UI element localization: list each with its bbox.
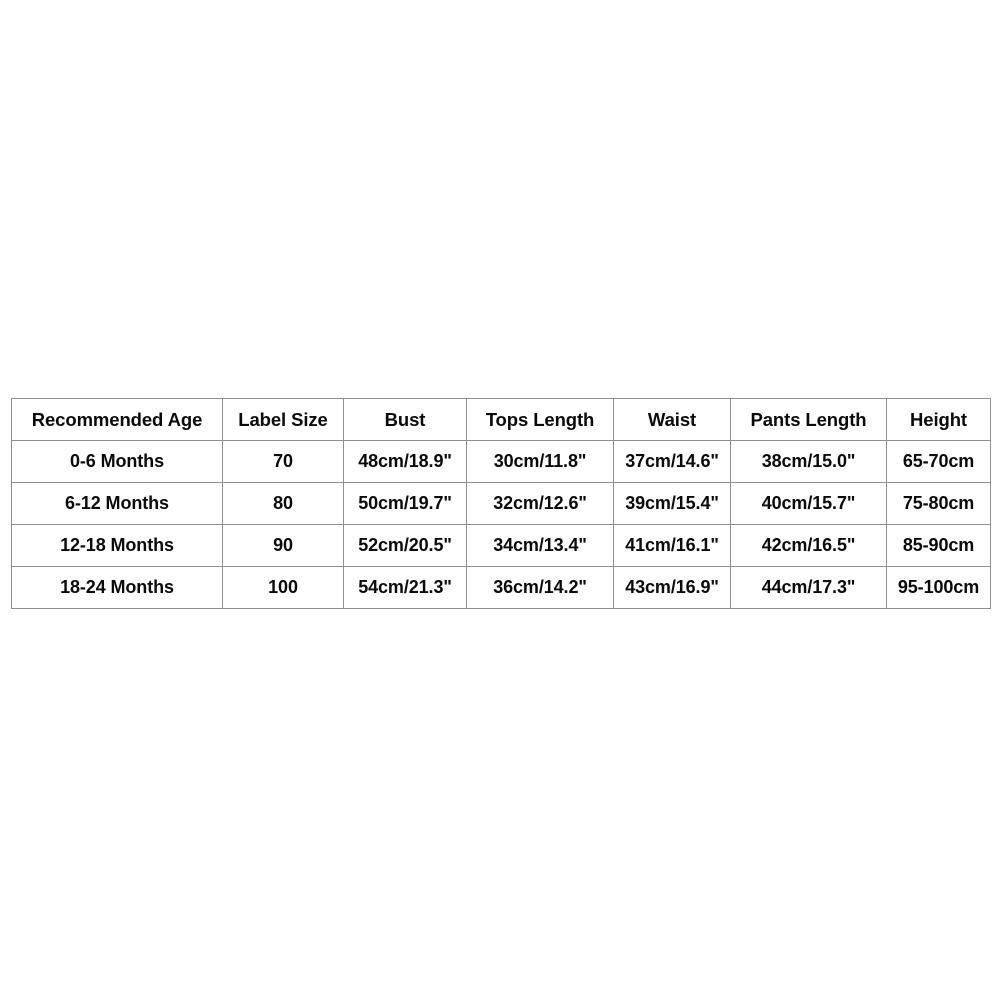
cell-waist: 43cm/16.9" — [613, 566, 731, 609]
cell-bust: 50cm/19.7" — [343, 482, 467, 525]
cell-pants-length: 38cm/15.0" — [730, 440, 887, 483]
cell-height: 65-70cm — [886, 440, 991, 483]
cell-bust: 52cm/20.5" — [343, 524, 467, 567]
cell-recommended-age: 12-18 Months — [11, 524, 223, 567]
size-chart-table: Recommended Age Label Size Bust Tops Len… — [11, 398, 991, 609]
cell-label-size: 80 — [222, 482, 344, 525]
cell-bust: 48cm/18.9" — [343, 440, 467, 483]
cell-waist: 39cm/15.4" — [613, 482, 731, 525]
cell-label-size: 90 — [222, 524, 344, 567]
table-header: Recommended Age Label Size Bust Tops Len… — [11, 398, 991, 441]
table-body: 0-6 Months 70 48cm/18.9" 30cm/11.8" 37cm… — [11, 440, 991, 609]
table-row: 0-6 Months 70 48cm/18.9" 30cm/11.8" 37cm… — [11, 440, 991, 483]
size-chart-container: Recommended Age Label Size Bust Tops Len… — [11, 398, 991, 609]
cell-pants-length: 40cm/15.7" — [730, 482, 887, 525]
cell-tops-length: 36cm/14.2" — [466, 566, 614, 609]
column-header-pants-length: Pants Length — [730, 398, 887, 441]
cell-label-size: 100 — [222, 566, 344, 609]
header-row: Recommended Age Label Size Bust Tops Len… — [11, 398, 991, 441]
cell-height: 85-90cm — [886, 524, 991, 567]
cell-tops-length: 32cm/12.6" — [466, 482, 614, 525]
page-canvas: Recommended Age Label Size Bust Tops Len… — [0, 0, 1000, 1000]
cell-recommended-age: 0-6 Months — [11, 440, 223, 483]
cell-tops-length: 30cm/11.8" — [466, 440, 614, 483]
cell-waist: 37cm/14.6" — [613, 440, 731, 483]
column-header-label-size: Label Size — [222, 398, 344, 441]
table-row: 18-24 Months 100 54cm/21.3" 36cm/14.2" 4… — [11, 566, 991, 609]
cell-pants-length: 42cm/16.5" — [730, 524, 887, 567]
cell-bust: 54cm/21.3" — [343, 566, 467, 609]
cell-pants-length: 44cm/17.3" — [730, 566, 887, 609]
cell-height: 75-80cm — [886, 482, 991, 525]
table-row: 6-12 Months 80 50cm/19.7" 32cm/12.6" 39c… — [11, 482, 991, 525]
cell-recommended-age: 6-12 Months — [11, 482, 223, 525]
column-header-bust: Bust — [343, 398, 467, 441]
column-header-waist: Waist — [613, 398, 731, 441]
table-row: 12-18 Months 90 52cm/20.5" 34cm/13.4" 41… — [11, 524, 991, 567]
column-header-recommended-age: Recommended Age — [11, 398, 223, 441]
column-header-tops-length: Tops Length — [466, 398, 614, 441]
cell-recommended-age: 18-24 Months — [11, 566, 223, 609]
cell-label-size: 70 — [222, 440, 344, 483]
cell-waist: 41cm/16.1" — [613, 524, 731, 567]
column-header-height: Height — [886, 398, 991, 441]
cell-tops-length: 34cm/13.4" — [466, 524, 614, 567]
cell-height: 95-100cm — [886, 566, 991, 609]
